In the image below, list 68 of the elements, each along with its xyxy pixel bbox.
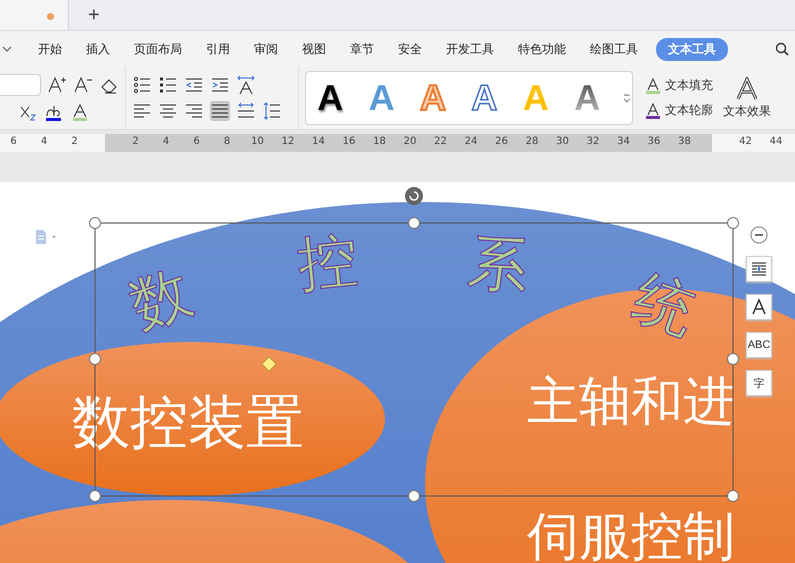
font-color-icon[interactable] [70, 102, 90, 122]
rotate-handle[interactable] [405, 187, 423, 205]
ruler-number: 6 [193, 136, 200, 147]
character-spacing-icon[interactable] [236, 75, 256, 95]
menu-tab[interactable]: 开发工具 [434, 38, 506, 60]
ruler-number: 44 [770, 136, 782, 147]
ruler-number: 22 [434, 136, 447, 147]
caret-icon[interactable] [2, 45, 12, 53]
line-spacing-icon[interactable] [262, 101, 282, 121]
new-tab-button[interactable]: + [84, 4, 104, 26]
menu-tab[interactable]: 插入 [74, 38, 122, 60]
text-fill-icon [645, 78, 661, 94]
menu-tab[interactable]: 视图 [290, 38, 338, 60]
ruler-number: 30 [556, 136, 569, 147]
decrease-font-icon[interactable] [73, 75, 93, 95]
ruler-number: 2 [132, 136, 139, 147]
resize-handle[interactable] [727, 217, 739, 229]
menu-tab[interactable]: 引用 [194, 38, 242, 60]
text-outline-button[interactable] [746, 294, 772, 320]
shape-label: 主轴和进 [527, 372, 735, 432]
menu-tab[interactable]: 绘图工具 [578, 38, 650, 60]
resize-handle[interactable] [89, 217, 101, 229]
wordart-style[interactable]: A [468, 78, 501, 118]
collapse-icon[interactable] [750, 226, 768, 244]
text-wrap-button[interactable] [746, 256, 772, 282]
menu-tab[interactable]: 开始 [26, 38, 74, 60]
font-size-field[interactable] [0, 74, 41, 96]
ruler-number: 24 [464, 136, 478, 147]
menu-tab[interactable]: 特色功能 [506, 38, 578, 60]
text-command[interactable]: 文本轮廓 [645, 102, 713, 119]
ruler-number: 34 [617, 136, 630, 147]
ruler-number: 16 [342, 136, 356, 147]
ruler-number: 38 [678, 136, 691, 147]
numbered-list-icon[interactable] [158, 75, 178, 95]
menu-tab[interactable]: 审阅 [242, 38, 290, 60]
text-effects-button[interactable]: 文本效果 [719, 67, 775, 129]
text-outline-icon [645, 102, 661, 118]
float-tool-button[interactable]: 字 [746, 370, 772, 396]
ruler-number: 6 [10, 136, 17, 147]
menu-tab[interactable]: 安全 [386, 38, 434, 60]
ruler-number: 8 [224, 136, 230, 147]
ruler-number: 4 [162, 136, 170, 147]
text-effects-icon [735, 76, 759, 100]
ruler-number: 36 [648, 136, 660, 147]
wordart-text: 数控系统 [122, 224, 705, 348]
shape-label: 伺服控制 [527, 507, 735, 563]
ruler-number: 32 [586, 136, 600, 147]
ruler-number: 20 [404, 136, 416, 147]
search-icon[interactable] [775, 42, 789, 56]
ruler-number: 18 [373, 136, 386, 147]
ruler-number: 4 [40, 136, 48, 147]
float-tool-button[interactable]: ABC [746, 332, 772, 358]
ruler-number: 12 [282, 136, 294, 147]
increase-font-icon[interactable] [47, 75, 67, 95]
wordart-style[interactable]: A [314, 78, 346, 118]
ruler-number: 42 [739, 136, 752, 147]
menu-tab[interactable]: 章节 [338, 38, 386, 60]
ruler-number: 26 [495, 136, 508, 147]
bullet-list-icon[interactable] [132, 75, 152, 95]
ruler-number: 14 [312, 136, 325, 147]
text-wrap-icon [751, 262, 767, 276]
align-button[interactable] [210, 101, 230, 121]
ruler-number: 10 [251, 136, 264, 147]
menu-tab[interactable]: 页面布局 [122, 38, 194, 60]
ruler-number: 28 [526, 136, 538, 147]
letter-outline-icon [751, 299, 767, 315]
ruler-number: 2 [71, 136, 78, 147]
text-command[interactable]: 文本填充 [645, 77, 713, 94]
